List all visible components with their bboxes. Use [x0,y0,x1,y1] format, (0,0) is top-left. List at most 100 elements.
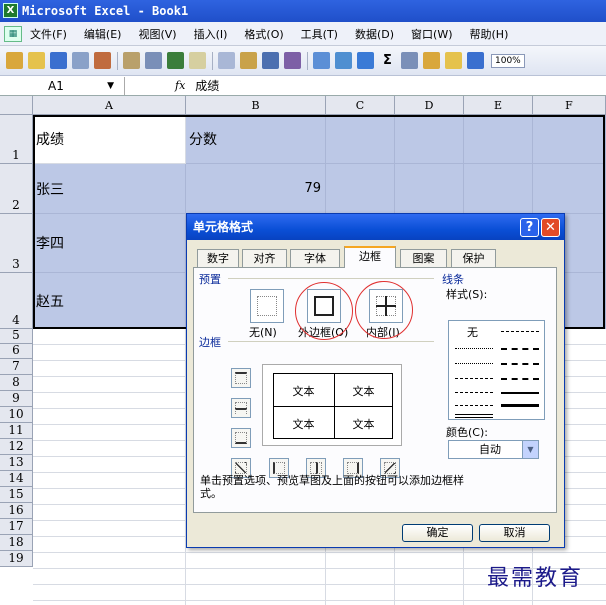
autosum-icon[interactable]: Σ [379,52,396,69]
row-header-18[interactable]: 18 [0,535,33,551]
format-painter-icon[interactable] [284,52,301,69]
chart-wizard-icon[interactable] [445,52,462,69]
undo-icon[interactable] [313,52,330,69]
workbook-icon[interactable]: ▦ [4,25,22,42]
line-style-dashed-thick[interactable] [501,378,539,380]
row-header-15[interactable]: 15 [0,487,33,503]
menu-data[interactable]: 数据(D) [355,26,394,42]
sort-ascending-icon[interactable] [401,52,418,69]
menu-insert[interactable]: 插入(I) [194,26,228,42]
chevron-down-icon[interactable]: ▼ [522,441,538,458]
cell-c1[interactable] [326,115,395,164]
row-header-5[interactable]: 5 [0,328,33,344]
cell-b1[interactable]: 分数 [186,115,326,164]
line-style-dashed-medium[interactable] [501,363,539,365]
line-style-list[interactable]: 无 [448,320,545,420]
cancel-button[interactable]: 取消 [479,524,550,542]
line-style-thick[interactable] [501,404,539,407]
menu-format[interactable]: 格式(O) [244,26,283,42]
row-header-10[interactable]: 10 [0,407,33,423]
print-preview-icon[interactable] [145,52,162,69]
new-icon[interactable] [6,52,23,69]
row-header-13[interactable]: 13 [0,455,33,471]
row-header-1[interactable]: 1 [0,115,33,164]
line-style-dash-dot[interactable] [455,378,493,379]
preset-none-button[interactable] [250,289,284,323]
redo-icon[interactable] [335,52,352,69]
cell-b2[interactable]: 79 [186,164,326,214]
line-style-dash-dot-dot-thin[interactable] [455,392,493,393]
cut-icon[interactable] [218,52,235,69]
spelling-icon[interactable] [167,52,184,69]
row-header-7[interactable]: 7 [0,359,33,375]
tab-alignment[interactable]: 对齐 [242,249,287,267]
tab-border[interactable]: 边框 [344,246,396,268]
line-style-dash-dot-dot[interactable] [501,331,539,332]
menu-tools[interactable]: 工具(T) [301,26,338,42]
save-icon[interactable] [50,52,67,69]
email-icon[interactable] [94,52,111,69]
menu-view[interactable]: 视图(V) [138,26,176,42]
border-bottom-button[interactable] [231,428,251,448]
row-header-4[interactable]: 4 [0,273,33,329]
column-header-c[interactable]: C [326,96,395,115]
row-header-12[interactable]: 12 [0,439,33,455]
select-all-corner[interactable] [0,96,33,115]
menu-file[interactable]: 文件(F) [30,26,67,42]
close-button[interactable]: ✕ [541,218,560,237]
dialog-title-bar[interactable]: 单元格格式 ? ✕ [187,214,564,240]
row-header-19[interactable]: 19 [0,551,33,567]
name-box[interactable]: A1 ▼ [0,76,125,95]
line-style-none[interactable]: 无 [467,324,478,340]
research-icon[interactable] [189,52,206,69]
column-header-e[interactable]: E [464,96,533,115]
row-header-11[interactable]: 11 [0,423,33,439]
copy-icon[interactable] [240,52,257,69]
row-header-14[interactable]: 14 [0,471,33,487]
print-icon[interactable] [123,52,140,69]
row-header-16[interactable]: 16 [0,503,33,519]
border-top-button[interactable] [231,368,251,388]
menu-help[interactable]: 帮助(H) [470,26,509,42]
tab-protection[interactable]: 保护 [451,249,496,267]
permission-icon[interactable] [72,52,89,69]
column-header-b[interactable]: B [186,96,326,115]
cell-d1[interactable] [395,115,464,164]
cell-f2[interactable] [533,164,606,214]
cell-a4[interactable]: 赵五 [33,273,186,329]
drawing-icon[interactable] [467,52,484,69]
cell-e1[interactable] [464,115,533,164]
help-button[interactable]: ? [520,218,539,237]
menu-window[interactable]: 窗口(W) [411,26,452,42]
border-middle-horizontal-button[interactable] [231,398,251,418]
row-header-2[interactable]: 2 [0,164,33,214]
line-style-dashed-thin[interactable] [455,405,493,406]
cell-c2[interactable] [326,164,395,214]
zoom-select[interactable]: 100% [491,53,525,68]
formula-input[interactable]: 成绩 [195,77,219,94]
tab-number[interactable]: 数字 [197,249,239,267]
row-header-17[interactable]: 17 [0,519,33,535]
cell-e2[interactable] [464,164,533,214]
column-header-f[interactable]: F [533,96,606,115]
insert-function-icon[interactable]: fx [175,79,185,92]
row-header-8[interactable]: 8 [0,375,33,391]
chevron-down-icon[interactable]: ▼ [107,81,114,91]
row-header-3[interactable]: 3 [0,214,33,273]
column-header-a[interactable]: A [33,96,186,115]
row-header-6[interactable]: 6 [0,343,33,359]
tab-patterns[interactable]: 图案 [400,249,447,267]
cell-a1[interactable]: 成绩 [33,115,186,164]
line-style-dotted[interactable] [455,363,493,364]
color-select[interactable]: 自动 ▼ [448,440,539,459]
line-style-dash-dot-thick[interactable] [501,348,539,350]
cell-a3[interactable]: 李四 [33,214,186,273]
ok-button[interactable]: 确定 [402,524,473,542]
line-style-double[interactable] [455,414,493,418]
line-style-medium[interactable] [501,392,539,394]
sort-descending-icon[interactable] [423,52,440,69]
column-header-d[interactable]: D [395,96,464,115]
hyperlink-icon[interactable] [357,52,374,69]
cell-a2[interactable]: 张三 [33,164,186,214]
border-preview[interactable]: 文本 文本 文本 文本 [262,364,402,446]
